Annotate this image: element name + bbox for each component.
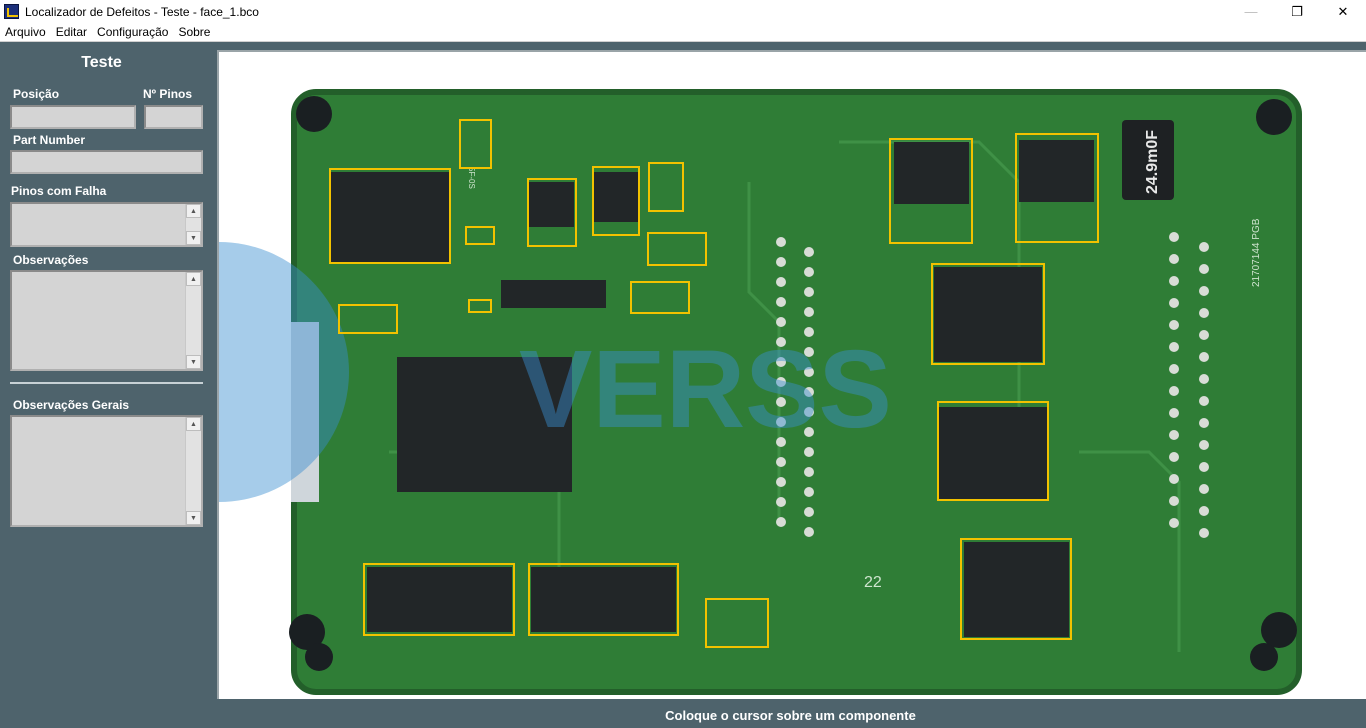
silkscreen-22: 22 xyxy=(864,574,882,591)
menu-arquivo[interactable]: Arquivo xyxy=(0,25,51,39)
chip-body xyxy=(934,267,1042,362)
menu-sobre[interactable]: Sobre xyxy=(173,25,215,39)
silkscreen-left: 5F-0S xyxy=(467,167,476,189)
observations-textarea[interactable]: ▲ ▼ xyxy=(10,270,203,371)
scroll-up-icon[interactable]: ▲ xyxy=(186,204,201,218)
chip-body xyxy=(331,172,449,262)
status-message: Coloque o cursor sobre um componente xyxy=(665,707,916,723)
scroll-down-icon[interactable]: ▼ xyxy=(186,511,201,525)
watermark-text: VERSS xyxy=(519,328,892,451)
part-number-label: Part Number xyxy=(13,133,86,147)
pins-label: Nº Pinos xyxy=(143,87,193,101)
panel-divider xyxy=(10,382,203,384)
mounting-hole xyxy=(296,96,332,132)
chip-body xyxy=(531,567,676,632)
minimize-icon[interactable]: — xyxy=(1228,0,1274,23)
chip-body xyxy=(964,542,1069,637)
pcb-board-image[interactable]: 24.9m0F 22 21707144 PGB 5F-0S VERSS xyxy=(219,52,1366,699)
side-panel: Teste Posição Nº Pinos Part Number Pinos… xyxy=(0,43,215,700)
regulator-body xyxy=(894,142,969,204)
chip-body xyxy=(501,280,606,308)
scroll-up-icon[interactable]: ▲ xyxy=(186,417,201,431)
general-observations-scrollbar[interactable]: ▲ ▼ xyxy=(185,417,201,525)
app-icon[interactable] xyxy=(4,4,19,19)
board-image-viewer[interactable]: 24.9m0F 22 21707144 PGB 5F-0S VERSS xyxy=(217,50,1366,699)
menu-configuracao[interactable]: Configuração xyxy=(92,25,173,39)
position-label: Posição xyxy=(13,87,60,101)
menu-editar[interactable]: Editar xyxy=(51,25,92,39)
failed-pins-scrollbar[interactable]: ▲ ▼ xyxy=(185,204,201,245)
observations-scrollbar[interactable]: ▲ ▼ xyxy=(185,272,201,369)
panel-title: Teste xyxy=(81,54,122,71)
failed-pins-label: Pinos com Falha xyxy=(11,184,107,198)
mounting-hole xyxy=(1256,99,1292,135)
mounting-hole xyxy=(305,643,333,671)
regulator-body xyxy=(594,172,639,222)
failed-pins-textarea[interactable]: ▲ ▼ xyxy=(10,202,203,247)
observations-label: Observações xyxy=(13,253,89,267)
status-bar: Coloque o cursor sobre um componente xyxy=(215,704,1366,726)
window-title: Localizador de Defeitos - Teste - face_1… xyxy=(25,4,259,19)
general-observations-label: Observações Gerais xyxy=(13,398,130,412)
regulator-body xyxy=(1019,140,1094,202)
scroll-down-icon[interactable]: ▼ xyxy=(186,355,201,369)
menu-bar: Arquivo Editar Configuração Sobre xyxy=(0,23,1366,42)
mounting-hole xyxy=(1250,643,1278,671)
title-bar: Localizador de Defeitos - Teste - face_1… xyxy=(0,0,1366,23)
chip-body xyxy=(367,567,512,632)
position-field[interactable] xyxy=(10,105,136,129)
chip-body xyxy=(939,407,1047,499)
general-observations-textarea[interactable]: ▲ ▼ xyxy=(10,415,203,527)
part-number-field[interactable] xyxy=(10,150,203,174)
coil-marking: 24.9m0F xyxy=(1144,130,1161,194)
close-icon[interactable]: ✕ xyxy=(1320,0,1366,23)
regulator-body xyxy=(529,182,574,227)
pins-field[interactable] xyxy=(144,105,203,129)
maximize-icon[interactable]: ❐ xyxy=(1274,0,1320,23)
window-controls: — ❐ ✕ xyxy=(1228,0,1366,23)
scroll-down-icon[interactable]: ▼ xyxy=(186,231,201,245)
mounting-hole xyxy=(1261,612,1297,648)
scroll-up-icon[interactable]: ▲ xyxy=(186,272,201,286)
silkscreen-side: 21707144 PGB xyxy=(1251,218,1262,287)
